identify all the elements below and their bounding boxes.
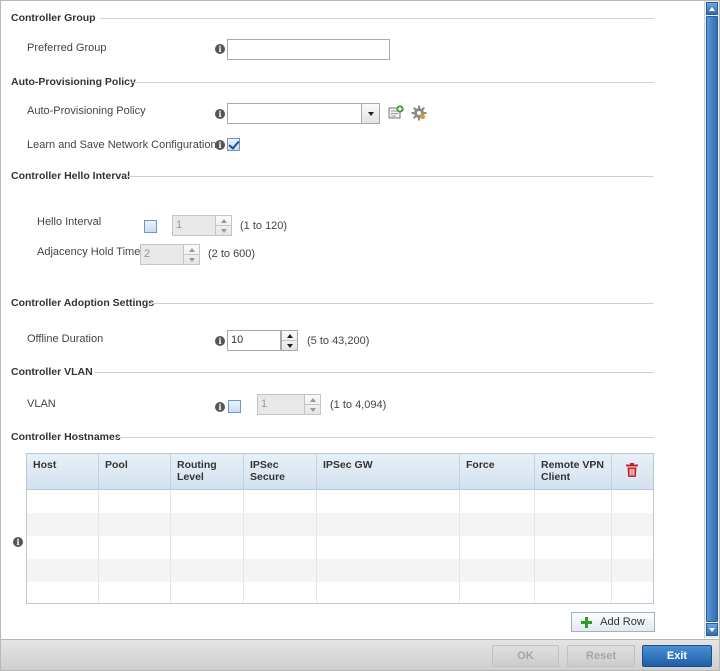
column-divider — [534, 490, 535, 603]
column-header-pool[interactable]: Pool — [99, 454, 171, 490]
offline-duration-range: (5 to 43,200) — [307, 335, 370, 347]
preferred-group-input[interactable] — [227, 39, 390, 60]
create-icon[interactable] — [388, 105, 404, 121]
info-icon: i — [215, 402, 225, 412]
adjacency-hold-time-input[interactable]: 2 — [140, 244, 184, 265]
preferred-group-label: Preferred Group — [27, 42, 107, 54]
column-header-force[interactable]: Force — [460, 454, 535, 490]
vlan-input[interactable]: 1 — [257, 394, 305, 415]
column-divider — [170, 490, 171, 603]
hello-interval-range: (1 to 120) — [240, 220, 288, 232]
column-header-remote-vpn-client[interactable]: Remote VPN Client — [535, 454, 612, 490]
add-row-label: Add Row — [600, 616, 645, 628]
column-header-delete — [612, 454, 653, 490]
section-title-adoption-settings: Controller Adoption Settings — [11, 297, 155, 309]
table-row — [27, 490, 653, 513]
reset-button[interactable]: Reset — [567, 645, 635, 667]
chevron-down-icon[interactable] — [361, 104, 379, 123]
trash-icon[interactable] — [626, 463, 638, 477]
section-title-auto-provisioning: Auto-Provisioning Policy — [11, 76, 136, 88]
section-title-controller-group: Controller Group — [11, 12, 96, 24]
info-icon: i — [215, 336, 225, 346]
offline-duration-stepper[interactable] — [281, 330, 298, 351]
table-row — [27, 536, 653, 559]
section-divider — [132, 82, 654, 83]
offline-duration-label: Offline Duration — [27, 333, 104, 345]
offline-duration-input[interactable]: 10 — [227, 330, 281, 351]
info-icon: i — [215, 140, 225, 150]
section-title-controller-vlan: Controller VLAN — [11, 366, 93, 378]
info-icon: i — [13, 537, 23, 547]
stepper-up-icon[interactable] — [216, 216, 231, 226]
exit-button[interactable]: Exit — [642, 645, 712, 667]
controller-settings-panel: Controller Group Preferred Group i Auto-… — [1, 1, 704, 638]
info-icon: i — [215, 109, 225, 119]
adjacency-hold-time-stepper[interactable] — [183, 244, 200, 265]
stepper-up-icon[interactable] — [305, 395, 320, 405]
stepper-up-icon[interactable] — [184, 245, 199, 255]
controller-hostnames-table: Host Pool Routing Level IPSec Secure IPSec… — [26, 453, 654, 604]
section-divider — [94, 372, 654, 373]
vlan-label: VLAN — [27, 398, 56, 410]
auto-provisioning-policy-select[interactable] — [227, 103, 380, 124]
section-title-controller-hostnames: Controller Hostnames — [11, 431, 121, 443]
column-divider — [316, 490, 317, 603]
vlan-range: (1 to 4,094) — [330, 399, 387, 411]
learn-save-network-config-label: Learn and Save Network Configuration — [27, 139, 217, 151]
column-divider — [459, 490, 460, 603]
section-divider — [148, 303, 654, 304]
column-divider — [243, 490, 244, 603]
learn-save-network-config-checkbox[interactable] — [227, 138, 240, 151]
hello-interval-stepper[interactable] — [215, 215, 232, 236]
section-title-hello-interval: Controller Hello Interval — [11, 170, 131, 182]
column-divider — [611, 490, 612, 603]
hello-interval-input[interactable]: 1 — [172, 215, 216, 236]
column-header-ipsec-gw[interactable]: IPSec GW — [317, 454, 460, 490]
stepper-down-icon[interactable] — [216, 226, 231, 236]
add-row-button[interactable]: Add Row — [571, 612, 655, 632]
table-row — [27, 582, 653, 603]
section-divider — [126, 176, 654, 177]
stepper-up-icon[interactable] — [282, 331, 297, 341]
vlan-enable-checkbox[interactable] — [228, 400, 241, 413]
stepper-down-icon[interactable] — [184, 255, 199, 265]
adjacency-hold-time-label: Adjacency Hold Time — [37, 246, 141, 258]
column-divider — [98, 490, 99, 603]
hello-interval-label: Hello Interval — [37, 216, 102, 228]
dialog-footer: OK Reset Exit — [1, 639, 719, 670]
ok-button[interactable]: OK — [492, 645, 559, 667]
column-header-routing-level[interactable]: Routing Level — [171, 454, 244, 490]
stepper-down-icon[interactable] — [282, 341, 297, 351]
plus-icon — [581, 616, 593, 628]
table-row — [27, 559, 653, 582]
hello-interval-enable-checkbox[interactable] — [144, 220, 157, 233]
vertical-scrollbar[interactable] — [704, 1, 719, 638]
adjacency-hold-time-range: (2 to 600) — [208, 248, 256, 260]
table-header: Host Pool Routing Level IPSec Secure IPSec… — [27, 454, 653, 490]
gear-icon[interactable] — [411, 105, 427, 121]
scrollbar-thumb[interactable] — [706, 16, 718, 622]
stepper-down-icon[interactable] — [305, 405, 320, 415]
column-header-ipsec-secure[interactable]: IPSec Secure — [244, 454, 317, 490]
scroll-down-icon[interactable] — [706, 623, 718, 636]
info-icon: i — [215, 44, 225, 54]
auto-provisioning-policy-label: Auto-Provisioning Policy — [27, 105, 146, 117]
section-divider — [100, 18, 654, 19]
table-row — [27, 513, 653, 536]
vlan-stepper[interactable] — [304, 394, 321, 415]
section-divider — [118, 437, 654, 438]
column-header-host[interactable]: Host — [27, 454, 99, 490]
scroll-up-icon[interactable] — [706, 2, 718, 15]
